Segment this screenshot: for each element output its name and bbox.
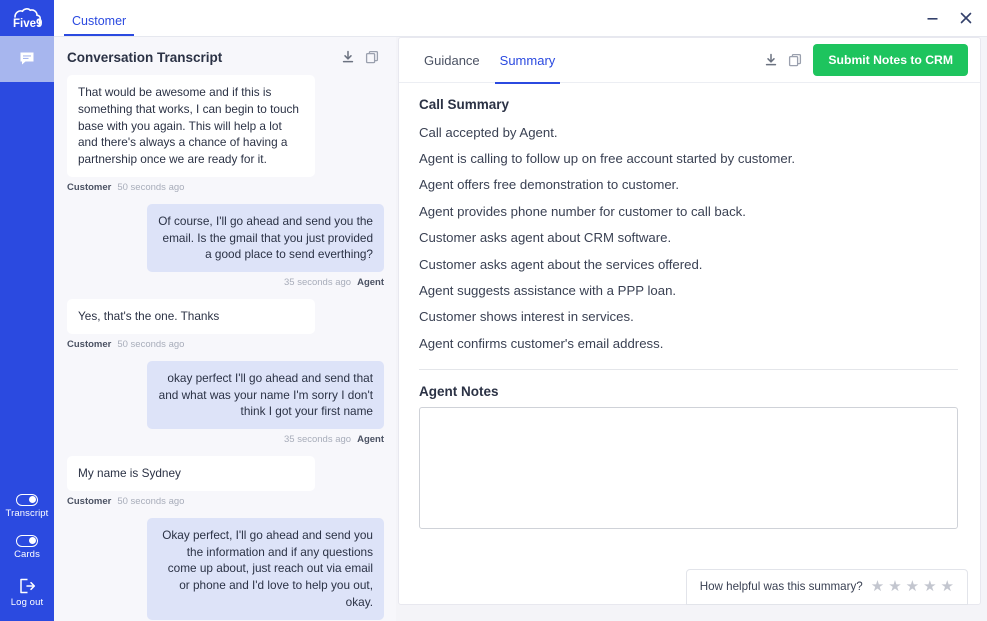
message-bubble: Okay perfect, I'll go ahead and send you… — [147, 517, 384, 620]
message-speaker: Agent — [357, 434, 384, 445]
sidebar-logout[interactable]: Log out — [0, 568, 54, 616]
summary-panel-tabs: Guidance Summary — [419, 38, 570, 84]
close-icon — [960, 12, 972, 24]
logout-icon — [20, 578, 36, 593]
summary-line: Agent is calling to follow up on free ac… — [419, 150, 796, 166]
toggle-on-icon — [16, 535, 38, 547]
right-panel-wrapper: Guidance Summary Submit Notes to CRM Cal… — [396, 37, 987, 621]
download-icon — [766, 53, 777, 66]
content-split: Conversation Transcript That would be aw… — [54, 37, 987, 621]
rating-star[interactable]: ★ — [923, 579, 936, 594]
rating-stars: ★ ★ ★ ★ ★ — [871, 579, 954, 594]
app-window: Five9 Transcript Cards Log out Customer … — [0, 0, 987, 621]
message-speaker: Agent — [357, 277, 384, 288]
summary-panel-body: Call Summary Call accepted by Agent. Age… — [399, 83, 980, 604]
summary-line: Agent suggests assistance with a PPP loa… — [419, 282, 677, 298]
summary-line: Agent provides phone number for customer… — [419, 203, 746, 219]
agent-notes-input[interactable] — [419, 406, 958, 529]
tab-customer[interactable]: Customer — [64, 14, 135, 36]
copy-icon — [365, 50, 379, 64]
summary-copy-button[interactable] — [785, 50, 805, 70]
five9-logo-icon: Five9 — [13, 8, 42, 30]
message-timestamp: 50 seconds ago — [117, 338, 185, 350]
message-meta: 35 seconds ago Agent — [284, 434, 384, 445]
summary-rating-card: How helpful was this summary? ★ ★ ★ ★ ★ — [685, 569, 968, 605]
rating-star[interactable]: ★ — [906, 579, 919, 594]
window-controls — [919, 6, 979, 30]
section-divider — [419, 368, 958, 370]
minimize-button[interactable] — [919, 6, 945, 30]
transcript-panel: Conversation Transcript That would be aw… — [54, 37, 396, 621]
rating-star[interactable]: ★ — [871, 579, 884, 594]
call-summary-title: Call Summary — [419, 97, 510, 112]
transcript-message: Of course, I'll go ahead and send you th… — [67, 203, 384, 288]
transcript-title: Conversation Transcript — [67, 49, 223, 65]
summary-line: Customer asks agent about CRM software. — [419, 230, 672, 246]
agent-notes-title: Agent Notes — [419, 383, 499, 399]
message-speaker: Customer — [67, 495, 112, 507]
message-meta: Customer 50 seconds ago — [67, 339, 384, 350]
five9-logo: Five9 — [0, 0, 54, 36]
summary-line: Agent offers free demonstration to custo… — [419, 177, 679, 193]
message-bubble: okay perfect I'll go ahead and send that… — [147, 360, 384, 429]
topbar: Customer — [54, 0, 987, 37]
message-bubble: Yes, that's the one. Thanks — [67, 299, 315, 334]
sidebar-logout-label: Log out — [10, 596, 44, 608]
submit-notes-to-crm-button[interactable]: Submit Notes to CRM — [813, 44, 968, 76]
chat-bubble-icon — [20, 52, 34, 65]
sidebar-toggle-transcript-label: Transcript — [5, 507, 49, 519]
message-timestamp: 35 seconds ago — [283, 277, 352, 288]
summary-download-button[interactable] — [761, 50, 781, 70]
summary-line: Customer shows interest in services. — [419, 309, 634, 325]
message-bubble: Of course, I'll go ahead and send you th… — [147, 203, 384, 272]
transcript-message: That would be awesome and if this is som… — [67, 75, 384, 193]
sidebar-toggle-cards[interactable]: Cards — [0, 526, 54, 568]
message-timestamp: 50 seconds ago — [117, 495, 185, 507]
message-bubble: My name is Sydney — [67, 456, 315, 491]
transcript-message: My name is Sydney Customer 50 seconds ag… — [67, 456, 384, 507]
rating-star[interactable]: ★ — [888, 579, 901, 594]
transcript-download-button[interactable] — [338, 47, 358, 67]
sidebar-item-chat[interactable] — [0, 36, 54, 82]
download-icon — [342, 50, 354, 63]
message-bubble: That would be awesome and if this is som… — [67, 75, 315, 177]
tab-guidance[interactable]: Guidance — [419, 39, 485, 84]
transcript-copy-button[interactable] — [362, 47, 382, 67]
transcript-message: okay perfect I'll go ahead and send that… — [67, 360, 384, 445]
summary-panel: Guidance Summary Submit Notes to CRM Cal… — [398, 37, 981, 605]
tab-summary[interactable]: Summary — [494, 39, 561, 84]
message-timestamp: 50 seconds ago — [117, 181, 185, 193]
sidebar-nav — [0, 36, 54, 82]
rating-question: How helpful was this summary? — [699, 580, 863, 593]
sidebar-toggle-transcript[interactable]: Transcript — [0, 485, 54, 527]
transcript-message: Yes, that's the one. Thanks Customer 50 … — [67, 299, 384, 350]
message-speaker: Customer — [67, 181, 112, 193]
sidebar-bottom-actions: Transcript Cards Log out — [0, 485, 54, 621]
close-button[interactable] — [953, 6, 979, 30]
summary-line: Agent confirms customer's email address. — [419, 335, 664, 351]
message-meta: 35 seconds ago Agent — [284, 277, 384, 288]
rating-star[interactable]: ★ — [941, 579, 954, 594]
minimize-icon — [927, 17, 937, 20]
message-meta: Customer 50 seconds ago — [67, 496, 384, 507]
summary-line: Customer asks agent about the services o… — [419, 256, 703, 272]
message-timestamp: 35 seconds ago — [283, 434, 352, 445]
main-area: Customer Conversation Transcript That wo… — [54, 0, 987, 621]
sidebar-toggle-cards-label: Cards — [14, 549, 40, 560]
sidebar: Five9 Transcript Cards Log out — [0, 0, 54, 621]
summary-panel-header: Guidance Summary Submit Notes to CRM — [399, 38, 980, 84]
message-meta: Customer 50 seconds ago — [67, 182, 384, 193]
toggle-on-icon — [16, 493, 38, 506]
message-speaker: Customer — [67, 338, 112, 350]
transcript-message: Okay perfect, I'll go ahead and send you… — [67, 517, 384, 621]
transcript-header: Conversation Transcript — [54, 37, 396, 73]
copy-icon — [789, 53, 802, 67]
transcript-message-list[interactable]: That would be awesome and if this is som… — [54, 73, 396, 621]
summary-line: Call accepted by Agent. — [419, 124, 558, 140]
